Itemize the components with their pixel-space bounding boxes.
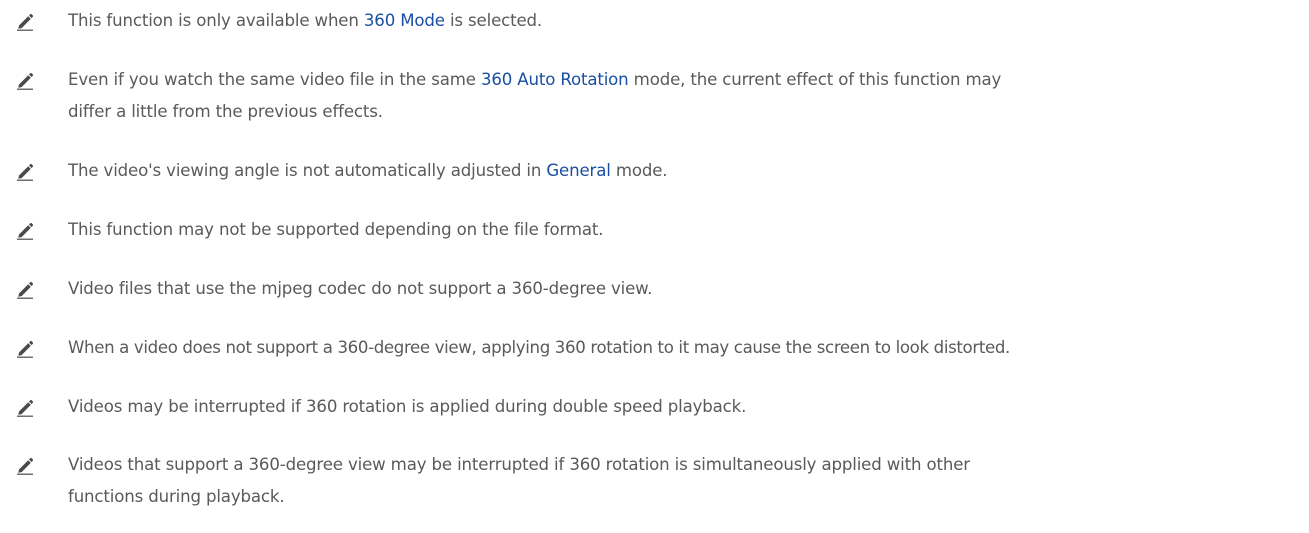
note-text: Videos may be interrupted if 360 rotatio… <box>68 397 747 416</box>
note-text: This function is only available when 360… <box>68 11 543 30</box>
pencil-icon <box>15 338 35 358</box>
menu-reference: 360 Auto Rotation <box>480 70 629 89</box>
pencil-icon <box>15 11 35 31</box>
pencil-icon <box>15 70 35 90</box>
pencil-icon <box>15 455 35 475</box>
pencil-icon <box>15 397 35 417</box>
menu-reference: 360 Mode <box>363 11 445 30</box>
note-text-line2: differ a little from the previous effect… <box>68 102 383 121</box>
menu-reference: General <box>546 161 611 180</box>
note-text: When a video does not support a 360-degr… <box>68 338 1010 357</box>
note-text: The video's viewing angle is not automat… <box>68 161 668 180</box>
note-text-line2: functions during playback. <box>68 487 285 506</box>
pencil-icon <box>15 161 35 181</box>
note-text: This function may not be supported depen… <box>68 220 604 239</box>
note-text: Video files that use the mjpeg codec do … <box>68 279 653 298</box>
note-text: Videos that support a 360-degree view ma… <box>68 455 970 474</box>
pencil-icon <box>15 220 35 240</box>
note-text: Even if you watch the same video file in… <box>68 70 1002 89</box>
pencil-icon <box>15 279 35 299</box>
